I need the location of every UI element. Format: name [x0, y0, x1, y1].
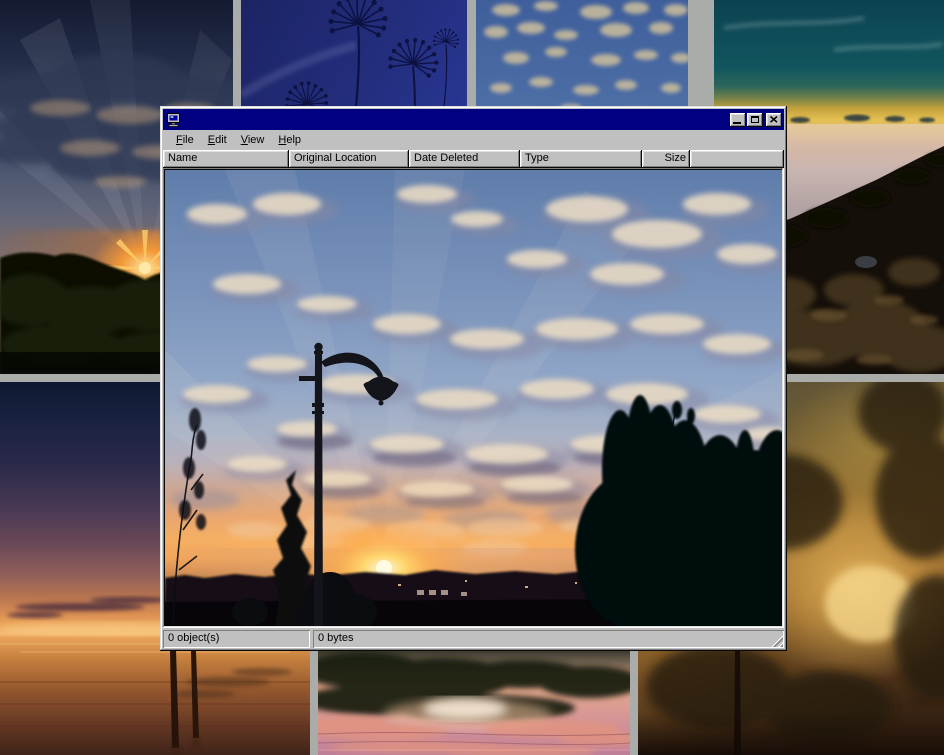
window-titlebar[interactable] [163, 109, 784, 130]
column-header-filler[interactable] [690, 150, 784, 168]
column-header-name[interactable]: Name [163, 150, 289, 168]
status-size: 0 bytes [313, 630, 784, 648]
menu-file[interactable]: File [169, 132, 201, 148]
computer-monitor-icon[interactable] [166, 112, 182, 128]
status-object-count: 0 object(s) [163, 630, 310, 648]
column-headers: Name Original Location Date Deleted Type… [163, 150, 784, 168]
column-header-size[interactable]: Size [642, 150, 690, 168]
close-icon [770, 116, 778, 123]
minimize-button[interactable] [730, 113, 746, 127]
close-button[interactable] [766, 113, 782, 127]
minimize-icon [733, 122, 741, 124]
titlebar-buttons [730, 113, 782, 127]
column-header-date-deleted[interactable]: Date Deleted [409, 150, 520, 168]
column-header-original-location[interactable]: Original Location [289, 150, 409, 168]
menu-bar: File Edit View Help [163, 130, 784, 150]
maximize-icon [751, 116, 759, 123]
status-bar: 0 object(s) 0 bytes [163, 630, 784, 648]
column-header-type[interactable]: Type [520, 150, 642, 168]
recycle-bin-window: File Edit View Help Name Original Locati… [160, 106, 787, 651]
sunset-streetlamp-photo [165, 170, 782, 626]
maximize-button[interactable] [747, 113, 763, 127]
list-view[interactable] [163, 168, 784, 628]
menu-view[interactable]: View [234, 132, 272, 148]
menu-edit[interactable]: Edit [201, 132, 234, 148]
menu-help[interactable]: Help [271, 132, 308, 148]
